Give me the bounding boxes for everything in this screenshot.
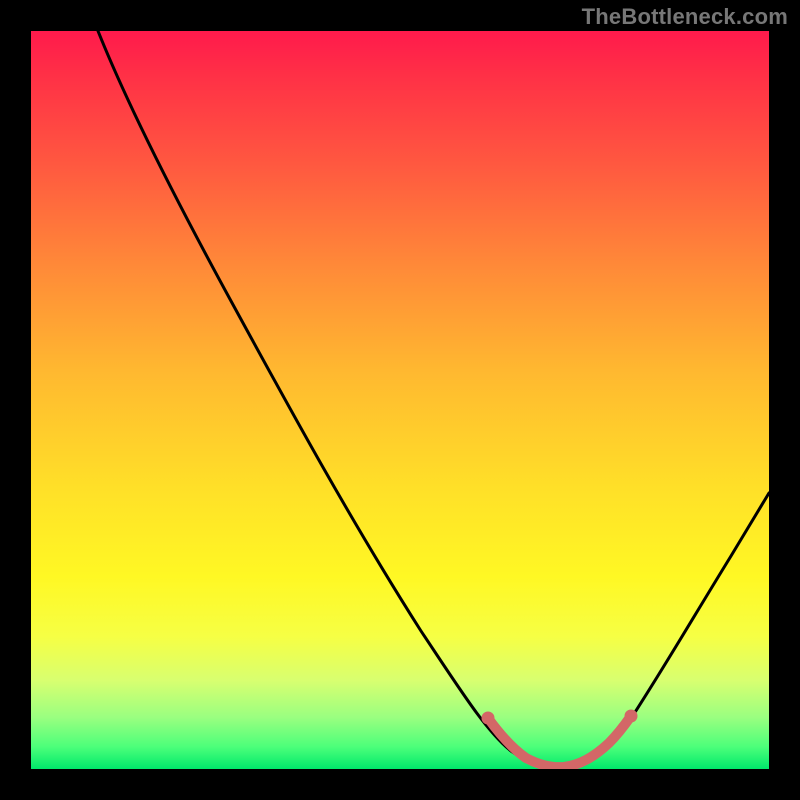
plot-area	[31, 31, 769, 769]
chart-container: TheBottleneck.com	[0, 0, 800, 800]
gradient-background	[31, 31, 769, 769]
watermark-text: TheBottleneck.com	[582, 4, 788, 30]
